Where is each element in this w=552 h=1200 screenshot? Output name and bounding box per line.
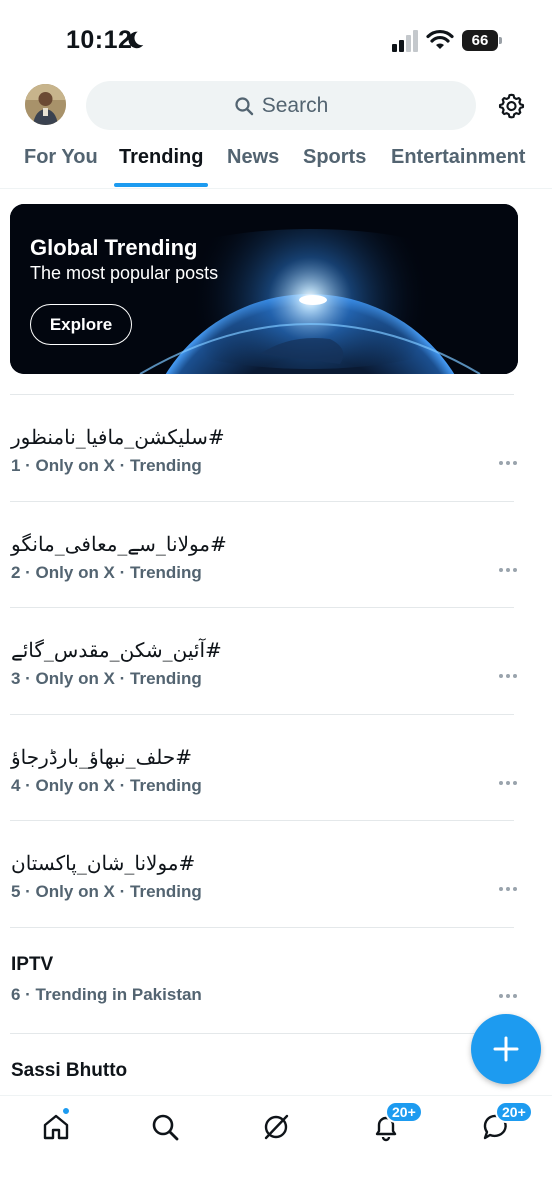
explore-button[interactable]: Explore (30, 304, 132, 345)
more-options-icon[interactable] (499, 993, 519, 1000)
tab-news[interactable]: News (227, 146, 279, 169)
trend-meta: 5 · Only on X · Trending (11, 882, 202, 901)
trend-name: #حلف_نبھاؤ_بارڈرجاؤ (11, 744, 193, 769)
trend-item-3[interactable]: #آئین_شکن_مقدس_گائے 3 · Only on X · Tren… (10, 607, 517, 714)
more-options-icon[interactable] (499, 780, 519, 787)
trend-name: #مولانا_شان_پاکستان (11, 851, 196, 875)
grok-icon (264, 1114, 289, 1140)
global-trending-banner[interactable]: Global Trending The most popular posts E… (10, 204, 518, 374)
battery-cap (499, 37, 502, 44)
more-options-icon[interactable] (499, 674, 519, 680)
trend-name: #مولانا_سے_معافی_مانگو (11, 531, 227, 556)
trend-item-4[interactable]: #حلف_نبھاؤ_بارڈرجاؤ 4 · Only on X · Tren… (10, 713, 517, 821)
moon-icon (128, 31, 144, 49)
tab-trending[interactable]: Trending (119, 146, 203, 169)
trend-item-6[interactable]: IPTV 6 · Trending in Pakistan (10, 926, 517, 1034)
nav-home[interactable] (41, 1107, 71, 1142)
banner-subtitle: The most popular posts (30, 263, 219, 283)
trend-item-5[interactable]: #مولانا_شان_پاکستان 5 · Only on X · Tren… (10, 820, 517, 927)
tabs-divider (0, 188, 552, 189)
tab-sports[interactable]: Sports (303, 146, 366, 169)
trend-meta: 2 · Only on X · Trending (11, 562, 202, 582)
trend-meta: 3 · Only on X · Trending (11, 669, 202, 688)
nav-notifications[interactable]: 20+ (371, 1101, 423, 1142)
status-bar: 10:12 66 (0, 0, 552, 80)
more-options-icon[interactable] (499, 461, 519, 467)
trend-name: #سلیکشن_مافیا_نامنظور (11, 425, 225, 449)
trend-meta: 6 · Trending in Pakistan (11, 984, 202, 1004)
trend-item-2[interactable]: #مولانا_سے_معافی_مانگو 2 · Only on X · T… (10, 500, 517, 608)
gear-icon[interactable] (498, 92, 525, 119)
tab-bar: For You Trending News Sports Entertainme… (0, 146, 552, 188)
home-notification-dot (62, 1107, 70, 1115)
nav-search[interactable] (150, 1112, 180, 1142)
search-placeholder: Search (261, 93, 329, 117)
compose-button[interactable] (471, 1014, 541, 1084)
notifications-badge: 20+ (385, 1101, 423, 1123)
battery-level: 66 (462, 30, 498, 51)
more-options-icon[interactable] (499, 887, 519, 893)
bottom-nav: 20+ 20+ (0, 1095, 552, 1200)
trend-item-1[interactable]: #سلیکشن_مافیا_نامنظور 1 · Only on X · Tr… (10, 394, 517, 501)
wifi-icon (426, 29, 454, 49)
home-icon (43, 1114, 69, 1140)
trend-list: #سلیکشن_مافیا_نامنظور 1 · Only on X · Tr… (0, 394, 552, 1140)
earth-image (10, 204, 518, 374)
search-icon (152, 1114, 179, 1141)
status-time: 10:12 (66, 26, 133, 54)
nav-messages[interactable]: 20+ (481, 1101, 533, 1142)
nav-grok[interactable] (261, 1112, 291, 1142)
avatar[interactable] (25, 84, 66, 125)
active-tab-indicator (114, 183, 208, 187)
battery-indicator: 66 (462, 30, 502, 51)
tab-for-you[interactable]: For You (24, 146, 98, 169)
plus-icon (493, 1036, 519, 1062)
trend-name: IPTV (11, 953, 54, 975)
messages-badge: 20+ (495, 1101, 533, 1123)
signal-icon (392, 30, 418, 52)
trend-name: Sassi Bhutto (11, 1060, 128, 1081)
more-options-icon[interactable] (499, 567, 519, 574)
banner-title: Global Trending (30, 235, 198, 260)
trend-meta: 4 · Only on X · Trending (11, 775, 202, 795)
search-input[interactable]: Search (86, 81, 476, 130)
tab-entertainment[interactable]: Entertainment (391, 146, 525, 169)
trend-name: #آئین_شکن_مقدس_گائے (11, 638, 222, 662)
avatar-image (25, 84, 66, 125)
search-icon (235, 96, 253, 115)
trend-meta: 1 · Only on X · Trending (11, 456, 202, 475)
